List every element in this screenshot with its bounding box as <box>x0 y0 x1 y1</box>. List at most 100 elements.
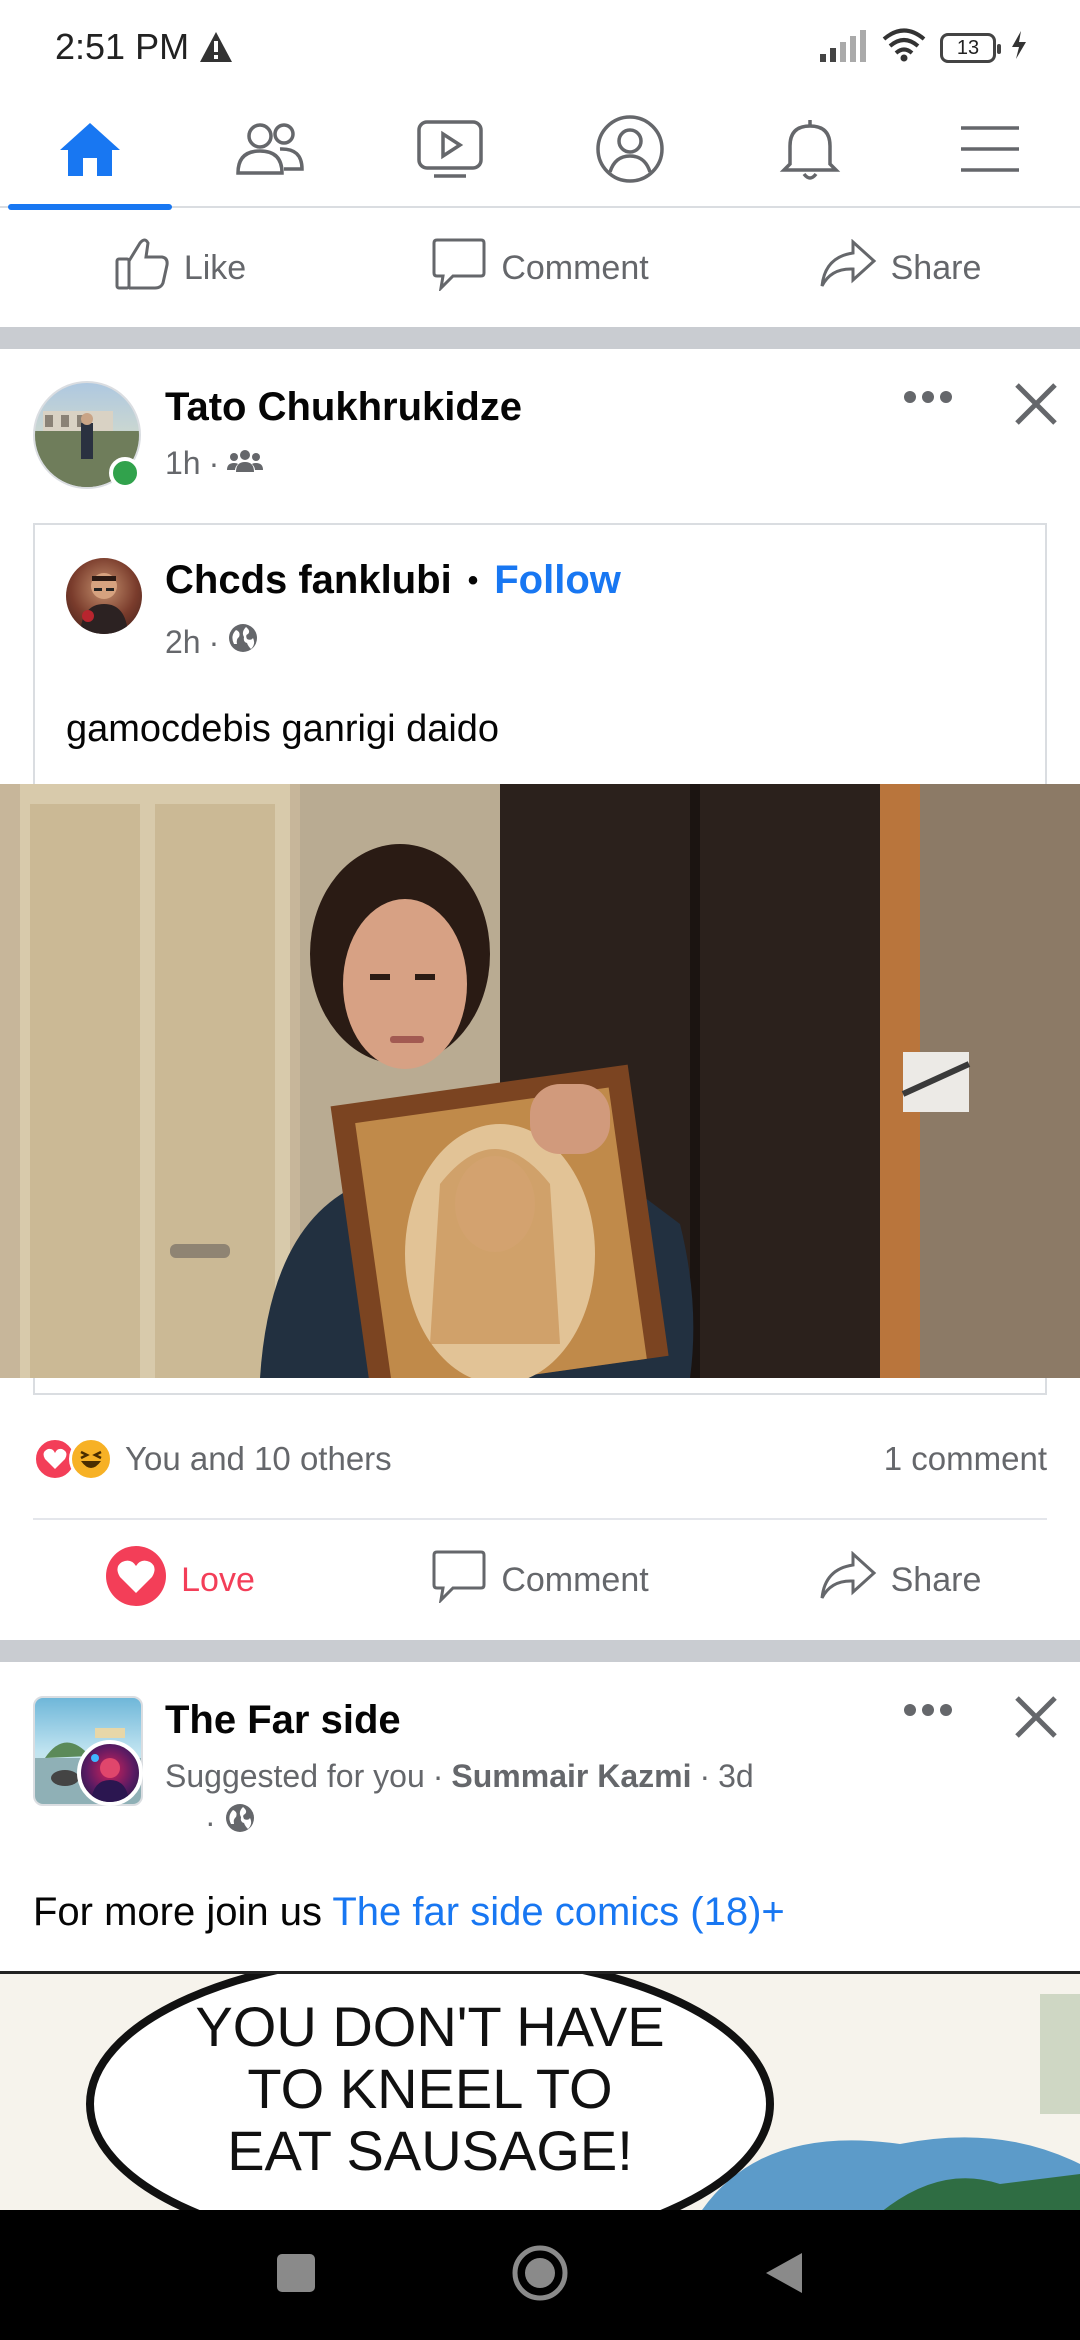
feed-separator <box>0 1640 1080 1662</box>
share-arrow-icon <box>819 1550 877 1610</box>
shared-post-meta: 2h · <box>165 622 259 662</box>
tab-watch[interactable] <box>360 95 540 208</box>
warning-icon <box>198 30 234 69</box>
post-time[interactable]: 3d <box>718 1758 754 1795</box>
meta-dot: · <box>699 1758 711 1794</box>
comment-label: Comment <box>501 1560 649 1599</box>
status-bar: 2:51 PM 13 <box>0 0 1080 95</box>
more-options-button[interactable] <box>903 1700 953 1725</box>
friends-icon <box>234 121 306 182</box>
comment-label: Comment <box>501 248 649 287</box>
post-header: The Far side Suggested for you · Summair… <box>33 1688 1057 1840</box>
post-meta: Suggested for you · Summair Kazmi · 3d <box>165 1758 754 1795</box>
comment-count[interactable]: 1 comment <box>884 1440 1047 1478</box>
globe-icon <box>224 1802 256 1842</box>
system-navigation-bar <box>0 2210 1080 2340</box>
post-image[interactable]: YOU DON'T HAVE TO KNEEL TO EAT SAUSAGE! <box>0 1971 1080 2210</box>
more-options-button[interactable] <box>903 387 953 412</box>
thumbs-up-icon <box>114 237 170 300</box>
reactions-summary[interactable]: You and 10 others 1 comment <box>33 1425 1047 1493</box>
profile-icon <box>595 114 665 189</box>
post-text-prefix: For more join us <box>33 1890 322 1934</box>
home-icon <box>57 120 123 183</box>
tab-menu[interactable] <box>900 95 1080 208</box>
hide-post-button[interactable] <box>1013 1694 1059 1745</box>
page-name[interactable]: The Far side <box>165 1698 401 1743</box>
video-frame <box>0 784 1080 1378</box>
close-icon <box>1013 1696 1059 1744</box>
like-label: Like <box>183 248 247 287</box>
sharer-name[interactable]: Summair Kazmi <box>451 1758 691 1795</box>
tab-notifications[interactable] <box>720 95 900 208</box>
shared-post-time[interactable]: 2h <box>165 624 201 661</box>
home-circle-icon <box>510 2243 570 2308</box>
comic-line-3: EAT SAUSAGE! <box>227 2119 633 2182</box>
comic-speech-text: YOU DON'T HAVE TO KNEEL TO EAT SAUSAGE! <box>100 1996 760 2182</box>
share-button[interactable]: Share <box>720 238 1080 298</box>
shared-card-bottom-edge <box>33 1378 1047 1395</box>
close-icon <box>1013 383 1059 431</box>
like-button[interactable]: Like <box>0 237 360 300</box>
video-icon <box>416 118 484 185</box>
post-audience: · <box>205 1802 256 1842</box>
love-heart-icon <box>105 1545 167 1616</box>
comment-button[interactable]: Comment <box>360 237 720 300</box>
meta-dot: · <box>205 1803 216 1840</box>
globe-icon <box>227 622 259 662</box>
top-navigation <box>0 95 1080 210</box>
status-time: 2:51 PM <box>55 26 190 67</box>
share-label: Share <box>890 1560 982 1599</box>
share-arrow-icon <box>819 238 877 298</box>
hide-post-button[interactable] <box>1013 381 1059 432</box>
shared-post-header: Chcds fanklubi • Follow <box>165 558 621 603</box>
home-button[interactable] <box>480 2210 600 2340</box>
shared-author-name[interactable]: Chcds fanklubi <box>165 558 452 603</box>
back-triangle-icon <box>762 2249 806 2302</box>
shared-post-text: gamocdebis ganrigi daido <box>66 708 500 750</box>
post-time[interactable]: 1h <box>165 445 201 482</box>
hamburger-menu-icon <box>959 122 1021 181</box>
haha-reaction-icon <box>69 1437 113 1481</box>
video-player[interactable] <box>0 784 1080 1378</box>
reaction-icons <box>33 1437 113 1481</box>
tab-home[interactable] <box>0 95 180 210</box>
meta-dot: · <box>432 1758 444 1794</box>
post-header: Tato Chukhrukidze 1h · <box>33 375 1057 495</box>
comment-bubble-icon <box>431 1549 487 1612</box>
follow-separator: • <box>467 563 479 597</box>
shared-author-avatar[interactable] <box>66 558 142 634</box>
share-button[interactable]: Share <box>720 1550 1080 1610</box>
feed-separator <box>0 327 1080 349</box>
more-dots-icon <box>903 1704 953 1724</box>
comment-bubble-icon <box>431 237 487 300</box>
love-label: Love <box>181 1560 255 1599</box>
comic-line-1: YOU DON'T HAVE <box>195 1995 665 2058</box>
more-dots-icon <box>903 391 953 411</box>
follow-button[interactable]: Follow <box>494 558 621 603</box>
meta-dot: · <box>208 623 220 660</box>
sharer-avatar[interactable] <box>77 1740 143 1806</box>
battery-indicator: 13 <box>940 32 1001 63</box>
post-text: For more join us The far side comics (18… <box>33 1890 785 1935</box>
tab-friends[interactable] <box>180 95 360 208</box>
friends-group-icon <box>227 445 264 482</box>
recents-square-icon <box>274 2251 318 2300</box>
suggested-label: Suggested for you <box>165 1758 425 1794</box>
comment-button[interactable]: Comment <box>360 1549 720 1612</box>
love-button[interactable]: Love <box>0 1545 360 1616</box>
post-actions: Love Comment Share <box>0 1520 1080 1640</box>
bell-icon <box>778 116 842 187</box>
reactions-text: You and 10 others <box>125 1440 392 1477</box>
recents-button[interactable] <box>236 2210 356 2340</box>
meta-dot: · <box>208 445 220 481</box>
tab-profile[interactable] <box>540 95 720 208</box>
comic-line-2: TO KNEEL TO <box>247 2057 613 2120</box>
post-author-name[interactable]: Tato Chukhrukidze <box>165 385 522 430</box>
signal-icon <box>818 28 868 67</box>
online-status-dot <box>109 457 141 489</box>
wifi-icon <box>882 28 926 67</box>
status-icons: 13 <box>818 28 1028 67</box>
charging-icon <box>1010 30 1028 65</box>
back-button[interactable] <box>724 2210 844 2340</box>
post-link[interactable]: The far side comics (18)+ <box>332 1890 784 1934</box>
